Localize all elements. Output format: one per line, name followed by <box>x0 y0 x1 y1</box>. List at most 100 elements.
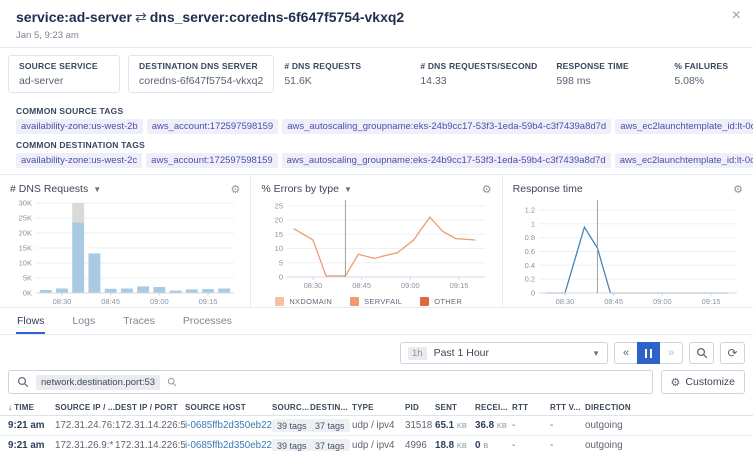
dest-tags-chip[interactable]: 37 tags <box>310 439 350 451</box>
column-header-type[interactable]: TYPE <box>352 403 405 412</box>
svg-text:08:45: 08:45 <box>101 297 120 306</box>
source-tags-chip[interactable]: 39 tags <box>272 439 310 451</box>
chart-title: Response time <box>513 183 583 195</box>
svg-text:08:30: 08:30 <box>304 281 323 290</box>
svg-text:25: 25 <box>275 201 283 210</box>
svg-text:09:00: 09:00 <box>653 297 672 306</box>
svg-text:10K: 10K <box>19 259 32 268</box>
tag-chip[interactable]: aws_autoscaling_groupname:eks-24b9cc17-5… <box>282 153 611 168</box>
stat-dns-requests-per-second: # DNS REQUESTS/SECOND 14.33 <box>418 57 546 91</box>
column-header-source-ip[interactable]: SOURCE IP / ... <box>55 403 115 412</box>
svg-text:1: 1 <box>530 219 534 228</box>
stat-label: # DNS REQUESTS <box>284 61 408 71</box>
svg-text:30K: 30K <box>19 199 32 208</box>
tag-chip[interactable]: aws_account:172597598159 <box>147 119 279 134</box>
tab-logs[interactable]: Logs <box>71 310 96 334</box>
cell-received: 36.8 KB <box>475 420 512 431</box>
stat-source-service[interactable]: SOURCE SERVICE ad-server <box>8 55 120 93</box>
column-header-received[interactable]: RECEI... <box>475 403 512 412</box>
legend-label: OTHER <box>434 297 462 306</box>
stat-value: coredns-6f647f5754-vkxq2 <box>139 75 263 87</box>
svg-text:0.8: 0.8 <box>524 233 534 242</box>
stat-value: ad-server <box>19 75 109 87</box>
errors-line-chart[interactable]: 051015202508:3008:4509:0009:15 <box>261 198 490 290</box>
cell-source-host-link[interactable]: i-0685ffb2d350eb223 <box>185 440 272 451</box>
tag-chip[interactable]: aws_autoscaling_groupname:eks-24b9cc17-5… <box>282 119 611 134</box>
svg-text:10: 10 <box>275 244 283 253</box>
tag-chip[interactable]: availability-zone:us-west-2b <box>16 119 143 134</box>
tab-processes[interactable]: Processes <box>182 310 233 334</box>
search-facet-chip[interactable]: network.destination.port:53 <box>36 375 160 390</box>
page-title: service:ad-server⇄dns_server:coredns-6f6… <box>16 9 737 26</box>
column-header-dest-tags[interactable]: DESTIN... <box>310 403 352 412</box>
cell-rtt: - <box>512 420 550 431</box>
dns-requests-bar-chart[interactable]: 0K5K10K15K20K25K30K08:3008:4509:0009:15 <box>10 198 239 306</box>
customize-button[interactable]: ⚙ Customize <box>661 370 745 394</box>
stat-label: RESPONSE TIME <box>556 61 662 71</box>
time-range-select[interactable]: 1h Past 1 Hour ▼ <box>400 342 608 364</box>
pause-button[interactable] <box>637 342 660 364</box>
legend-label: SERVFAIL <box>364 297 402 306</box>
gear-icon[interactable]: ⚙ <box>733 183 743 196</box>
zoom-button[interactable] <box>689 342 714 364</box>
refresh-button[interactable]: ⟳ <box>720 342 745 364</box>
table-row[interactable]: 9:21 am 172.31.26.9:* 172.31.14.226:53 i… <box>0 436 753 451</box>
close-icon[interactable]: × <box>732 8 741 24</box>
stat-value: 5.08% <box>674 75 728 87</box>
dest-tags-chip[interactable]: 37 tags <box>310 419 350 432</box>
response-time-line-chart[interactable]: 00.20.40.60.811.208:3008:4509:0009:15 <box>513 198 742 306</box>
legend-swatch <box>420 297 429 306</box>
source-tags-chip[interactable]: 39 tags <box>272 419 310 432</box>
svg-text:15K: 15K <box>19 244 32 253</box>
svg-text:09:00: 09:00 <box>150 297 169 306</box>
cell-time: 9:21 am <box>8 440 55 451</box>
panel-header: service:ad-server⇄dns_server:coredns-6f6… <box>0 0 753 48</box>
column-header-source-tags[interactable]: SOURC... <box>272 403 310 412</box>
legend-swatch <box>275 297 284 306</box>
chevron-down-icon[interactable]: ▼ <box>344 185 352 194</box>
tag-chip[interactable]: aws_ec2launchtemplate_id:lt-0cf1c150dddb… <box>615 153 753 168</box>
cell-type: udp / ipv4 <box>352 420 405 431</box>
column-header-sent[interactable]: SENT <box>435 403 475 412</box>
column-header-source-host[interactable]: SOURCE HOST <box>185 403 272 412</box>
tab-flows[interactable]: Flows <box>16 310 45 334</box>
cell-source-ip: 172.31.26.9:* <box>55 440 115 451</box>
column-header-direction[interactable]: DIRECTION <box>585 403 753 412</box>
column-header-pid[interactable]: PID <box>405 403 435 412</box>
svg-text:0: 0 <box>279 273 283 282</box>
search-icon <box>17 376 29 388</box>
svg-text:08:45: 08:45 <box>353 281 372 290</box>
cell-source-host-link[interactable]: i-0685ffb2d350eb223 <box>185 420 272 431</box>
gear-icon[interactable]: ⚙ <box>482 183 492 196</box>
svg-text:0.2: 0.2 <box>524 275 534 284</box>
cell-pid: 4996 <box>405 440 435 451</box>
svg-text:20: 20 <box>275 216 283 225</box>
tab-traces[interactable]: Traces <box>122 310 156 334</box>
tag-chip[interactable]: aws_account:172597598159 <box>146 153 278 168</box>
stat-label: # DNS REQUESTS/SECOND <box>420 61 544 71</box>
tag-chip[interactable]: availability-zone:us-west-2c <box>16 153 142 168</box>
chevron-down-icon[interactable]: ▼ <box>93 185 101 194</box>
column-header-rtt-var[interactable]: RTT V... <box>550 403 585 412</box>
column-header-rtt[interactable]: RTT <box>512 403 550 412</box>
cell-source-ip: 172.31.24.76:* <box>55 420 115 431</box>
column-header-dest-ip[interactable]: DEST IP / PORT <box>115 403 185 412</box>
search-input[interactable]: network.destination.port:53 <box>8 370 653 394</box>
tags-row: availability-zone:us-west-2c aws_account… <box>16 153 737 168</box>
source-service-title: service:ad-server <box>16 9 132 25</box>
stat-label: % FAILURES <box>674 61 728 71</box>
column-header-time[interactable]: ↓TIME <box>8 403 55 412</box>
svg-text:5K: 5K <box>23 274 32 283</box>
tag-chip[interactable]: aws_ec2launchtemplate_id:lt-0cf1c150dddb… <box>615 119 753 134</box>
table-row[interactable]: 9:21 am 172.31.24.76:* 172.31.14.226:53 … <box>0 416 753 436</box>
rewind-button[interactable]: « <box>614 342 637 364</box>
search-icon-inline <box>167 377 177 387</box>
gear-icon[interactable]: ⚙ <box>230 183 240 196</box>
stat-destination-dns-server[interactable]: DESTINATION DNS SERVER coredns-6f647f575… <box>128 55 274 93</box>
svg-text:08:30: 08:30 <box>53 297 72 306</box>
stat-label: DESTINATION DNS SERVER <box>139 61 263 71</box>
cell-type: udp / ipv4 <box>352 440 405 451</box>
forward-button[interactable]: » <box>660 342 683 364</box>
svg-text:09:15: 09:15 <box>450 281 469 290</box>
stat-value: 14.33 <box>420 75 544 87</box>
